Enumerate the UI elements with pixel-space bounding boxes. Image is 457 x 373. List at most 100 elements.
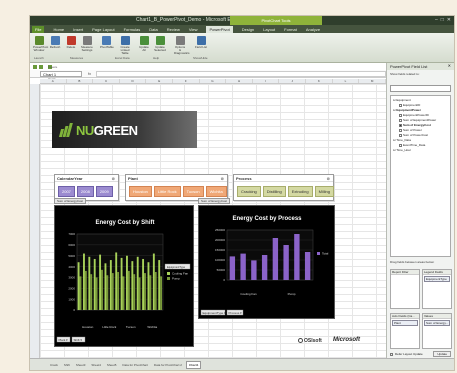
update-button[interactable]: Update bbox=[433, 351, 451, 357]
close-icon[interactable]: ✕ bbox=[448, 63, 451, 68]
clear-filter-icon[interactable]: ⊗ bbox=[112, 176, 115, 181]
column-header[interactable]: I bbox=[253, 79, 280, 83]
minimize-icon[interactable]: – bbox=[435, 17, 438, 23]
column-header[interactable]: H bbox=[226, 79, 253, 83]
ribbon-group-show-hide: Show/Hide bbox=[193, 56, 208, 60]
column-header[interactable]: G bbox=[200, 79, 227, 83]
energy-cost-by-process-chart[interactable]: Energy Cost by Process 250000 200000 150000… bbox=[198, 205, 335, 319]
column-header[interactable]: E bbox=[146, 79, 174, 83]
column-header[interactable]: K bbox=[306, 79, 333, 83]
bar-pump bbox=[95, 277, 98, 310]
slicer-item[interactable]: Tucson bbox=[182, 186, 204, 197]
slicer-item[interactable]: 2007 bbox=[58, 186, 75, 197]
close-icon[interactable]: ✕ bbox=[447, 17, 451, 23]
field-checkbox[interactable] bbox=[399, 143, 402, 147]
field-checkbox[interactable] bbox=[399, 123, 402, 127]
legend-entry: Total bbox=[322, 252, 329, 256]
field-checkbox[interactable] bbox=[399, 133, 402, 137]
sheet-tab-crack[interactable]: Crack bbox=[48, 362, 60, 368]
report-filter-area[interactable]: Report Filter bbox=[390, 269, 420, 309]
slicer-item[interactable]: Wichita bbox=[205, 186, 227, 197]
column-header[interactable]: D bbox=[120, 79, 147, 83]
tab-layout[interactable]: Layout bbox=[263, 27, 275, 32]
process-slicer[interactable]: Process ⊗ Cracking Distilling Extruding Mill… bbox=[233, 174, 334, 201]
energy-cost-by-shift-chart[interactable]: Energy Cost by Shift 7000 6000 5000 4000 3000… bbox=[54, 205, 194, 347]
chart1-measure-tag[interactable]: Sum of EnergyCost bbox=[54, 198, 87, 204]
ribbon-button-measure-settings[interactable]: Measure Settings bbox=[81, 36, 93, 52]
column-header[interactable]: M bbox=[359, 79, 386, 83]
sheet-tab-sheet4[interactable]: Sheet4 bbox=[89, 362, 103, 368]
axis-fields-area[interactable]: Axis Fields (Ca... Plant bbox=[390, 313, 420, 349]
field-chip[interactable]: Sum of Energy... bbox=[424, 320, 450, 326]
clear-filter-icon[interactable]: ⊗ bbox=[221, 176, 224, 181]
ribbon-button-create-linked-table[interactable]: Create Linked Table bbox=[119, 36, 131, 55]
column-header[interactable]: A bbox=[40, 79, 67, 83]
column-header[interactable]: C bbox=[93, 79, 120, 83]
sheet-tab-sheet5[interactable]: Sheet5 bbox=[105, 362, 119, 368]
sheet-tab-data-for-pivotchart-2[interactable]: Data for PivotChart 2 bbox=[152, 362, 184, 368]
save-icon[interactable] bbox=[33, 64, 37, 69]
calendar-year-slicer[interactable]: CalendarYear ⊗ 2007 2008 2009 bbox=[54, 174, 119, 201]
tab-data[interactable]: Data bbox=[149, 27, 157, 32]
slicer-item[interactable]: Cracking bbox=[237, 186, 261, 197]
field-checkbox[interactable] bbox=[399, 128, 402, 132]
sheet-tab-shift[interactable]: Shift bbox=[62, 362, 72, 368]
field-chip[interactable]: EquipmentType bbox=[424, 276, 450, 282]
ribbon-button-delete[interactable]: Delete bbox=[65, 36, 77, 49]
tab-powerpivot[interactable]: PowerPivot bbox=[206, 25, 233, 33]
tab-view[interactable]: View bbox=[189, 27, 198, 32]
clear-filter-icon[interactable]: ⊗ bbox=[327, 176, 330, 181]
defer-layout-checkbox[interactable]: Defer Layout Update bbox=[390, 352, 423, 356]
column-header[interactable]: F bbox=[173, 79, 200, 83]
tab-analyze[interactable]: Analyze bbox=[306, 27, 320, 32]
bar-total bbox=[240, 253, 246, 280]
column-header[interactable]: L bbox=[333, 79, 360, 83]
chart2-measure-tag[interactable]: Sum of EnergyCost bbox=[198, 198, 231, 204]
field-checkbox[interactable] bbox=[399, 118, 402, 122]
tab-page-layout[interactable]: Page Layout bbox=[92, 27, 114, 32]
related-fields-dropdown[interactable] bbox=[390, 85, 451, 92]
slicer-item[interactable]: Distilling bbox=[262, 186, 286, 197]
tab-insert[interactable]: Insert bbox=[73, 27, 83, 32]
sheet-tab-data-for-pivotchart[interactable]: Data for PivotChart bbox=[120, 362, 150, 368]
y-tick-label: 7000 bbox=[68, 232, 75, 236]
column-header[interactable]: J bbox=[279, 79, 307, 83]
ribbon-button-refresh[interactable]: Refresh bbox=[49, 36, 61, 49]
values-area[interactable]: Values Sum of Energy... bbox=[422, 313, 452, 349]
ribbon-button-powerpivot-window[interactable]: PowerPivot Window bbox=[33, 36, 48, 52]
tab-format[interactable]: Format bbox=[284, 27, 297, 32]
formula-input[interactable] bbox=[96, 71, 386, 77]
slicer-item[interactable]: Milling bbox=[314, 186, 334, 197]
name-box[interactable]: Chart 1 bbox=[40, 71, 82, 77]
sheet-tab-chart1[interactable]: Chart1 bbox=[185, 360, 202, 369]
tab-review[interactable]: Review bbox=[167, 27, 180, 32]
tab-design[interactable]: Design bbox=[242, 27, 254, 32]
slicer-item[interactable]: Extruding bbox=[287, 186, 313, 197]
legend-fields-area[interactable]: Legend Fields EquipmentType bbox=[422, 269, 452, 309]
ribbon-button-update-selected[interactable]: Update Selected bbox=[154, 36, 166, 52]
field-tree[interactable]: ⊟ Equipment EquipmentID ⊟ EquipmentPower Eq… bbox=[390, 95, 451, 257]
tab-file[interactable]: File bbox=[32, 25, 45, 33]
maximize-icon[interactable]: □ bbox=[441, 17, 444, 23]
ribbon-button-field-list[interactable]: Field List bbox=[195, 36, 207, 49]
ribbon-button-update-all[interactable]: Update All bbox=[138, 36, 150, 52]
slicer-item[interactable]: Little Rock bbox=[153, 186, 181, 197]
field-tree-node[interactable]: ⊟ Time_Hour bbox=[393, 148, 448, 153]
fx-icon[interactable]: fx bbox=[88, 71, 91, 76]
slicer-item[interactable]: 2008 bbox=[76, 186, 94, 197]
field-chip[interactable]: Plant bbox=[392, 320, 418, 326]
ribbon-button-options-diagnostics[interactable]: Options & Diagnostics bbox=[174, 36, 190, 55]
undo-icon[interactable] bbox=[39, 64, 43, 69]
sheet-tab-sheet3[interactable]: Sheet3 bbox=[74, 362, 88, 368]
field-checkbox[interactable] bbox=[399, 103, 402, 107]
ribbon-button-pivottable[interactable]: PivotTable bbox=[100, 36, 114, 49]
tab-home[interactable]: Home bbox=[53, 27, 64, 32]
ribbon-button-label: PivotTable bbox=[100, 45, 114, 49]
field-checkbox[interactable] bbox=[399, 113, 402, 117]
column-header[interactable]: B bbox=[67, 79, 94, 83]
plant-slicer[interactable]: Plant ⊗ Houston Little Rock Tucson Wichita bbox=[125, 174, 228, 201]
slicer-item[interactable]: Houston bbox=[129, 186, 152, 197]
bar-pump bbox=[149, 275, 152, 310]
tab-formulas[interactable]: Formulas bbox=[124, 27, 141, 32]
slicer-item[interactable]: 2009 bbox=[95, 186, 113, 197]
